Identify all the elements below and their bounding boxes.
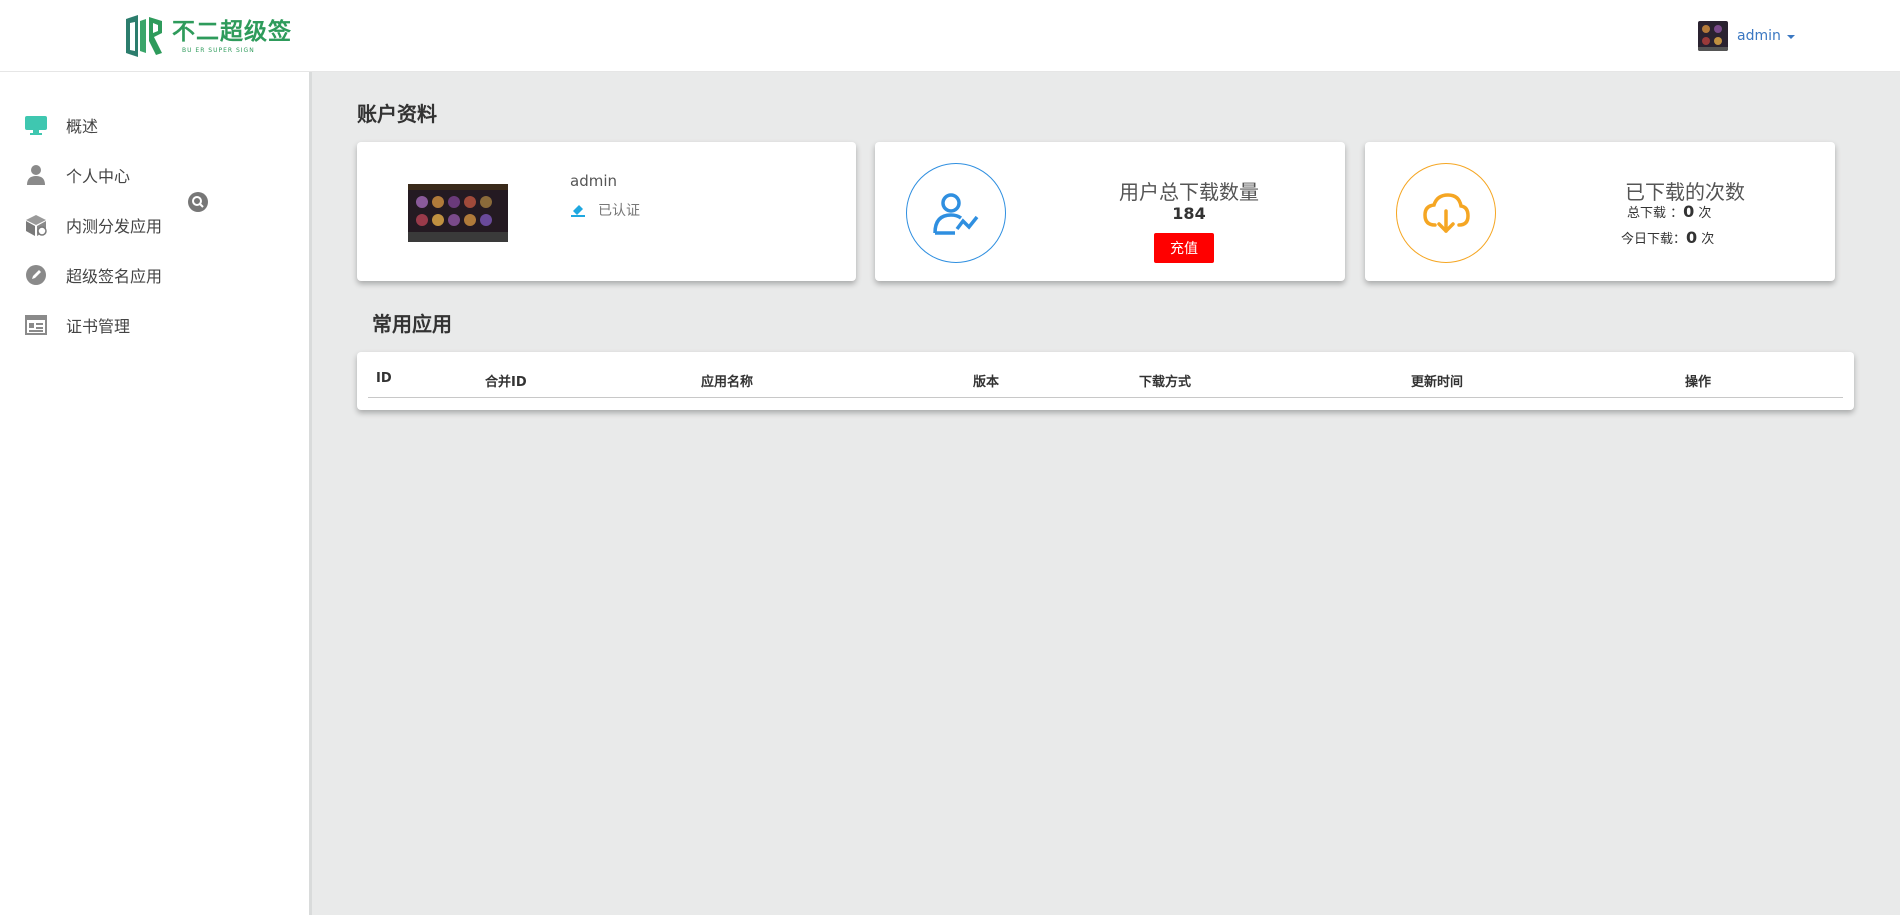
- downloaded-times-card: 已下载的次数 总下载 ：0 次 今日下载：0 次: [1365, 142, 1835, 281]
- common-apps-title: 常用应用: [372, 312, 452, 336]
- downloaded-times-title: 已下载的次数: [1625, 180, 1745, 204]
- search-icon[interactable]: [187, 191, 209, 213]
- person-icon: [23, 162, 49, 188]
- recharge-button[interactable]: 充值: [1154, 233, 1214, 263]
- column-header-merge-id: 合并ID: [485, 375, 527, 390]
- column-header-version: 版本: [973, 375, 1000, 390]
- sidebar-item-profile[interactable]: 个人中心: [0, 153, 309, 197]
- package-icon: [23, 212, 49, 238]
- verified-badge-icon: [571, 205, 585, 217]
- sidebar-item-label: 概述: [66, 117, 99, 136]
- total-downloads-title: 用户总下载数量: [1119, 180, 1259, 204]
- logo-text-group: 不二超级签 BU ER SUPER SIGN: [172, 19, 292, 54]
- profile-user-name: admin: [570, 172, 617, 190]
- user-name[interactable]: admin: [1737, 28, 1781, 44]
- column-header-download-method: 下载方式: [1139, 375, 1192, 390]
- logo-mark-icon: [126, 15, 162, 57]
- top-header: 不二超级签 BU ER SUPER SIGN admin: [0, 0, 1900, 72]
- total-downloads-card: 用户总下载数量 184 充值: [875, 142, 1345, 281]
- chevron-down-icon[interactable]: [1786, 35, 1795, 39]
- column-header-app-name: 应用名称: [701, 375, 754, 390]
- brand-logo[interactable]: 不二超级签 BU ER SUPER SIGN: [124, 13, 292, 59]
- column-header-update-time: 更新时间: [1411, 375, 1464, 390]
- sidebar-item-beta-apps[interactable]: 内测分发应用: [0, 203, 309, 247]
- total-download-value: 0: [1683, 202, 1695, 221]
- account-section-title: 账户资料: [357, 102, 437, 126]
- user-chart-icon: [906, 163, 1006, 263]
- sidebar-item-label: 证书管理: [66, 317, 131, 336]
- today-download-unit: 次: [1701, 232, 1715, 247]
- logo-subtitle: BU ER SUPER SIGN: [182, 46, 255, 54]
- sidebar-item-super-sign-apps[interactable]: 超级签名应用: [0, 253, 309, 297]
- verification-status: 已认证: [570, 200, 640, 220]
- user-menu-dropdown[interactable]: admin: [1698, 21, 1795, 51]
- today-download-line: 今日下载：0 次: [1621, 228, 1714, 247]
- sidebar-item-label: 超级签名应用: [66, 267, 163, 286]
- sidebar-item-overview[interactable]: 概述: [0, 103, 309, 147]
- account-profile-card: admin 已认证: [357, 142, 856, 281]
- table-header-divider: [368, 397, 1843, 398]
- common-apps-table: ID 合并ID 应用名称 版本 下载方式 更新时间 操作: [357, 352, 1854, 410]
- pencil-icon: [23, 262, 49, 288]
- avatar[interactable]: [1698, 21, 1728, 51]
- today-download-value: 0: [1686, 228, 1698, 247]
- profile-image: [408, 184, 508, 242]
- today-download-label: 今日下载：: [1621, 232, 1687, 247]
- column-header-id: ID: [376, 371, 392, 386]
- cloud-download-icon: [1396, 163, 1496, 263]
- certificate-icon: [23, 312, 49, 338]
- total-download-line: 总下载 ：0 次: [1627, 202, 1711, 221]
- sidebar-item-certificates[interactable]: 证书管理: [0, 303, 309, 347]
- sidebar-item-label: 个人中心: [66, 167, 131, 186]
- total-download-label: 总下载 ：: [1627, 206, 1684, 221]
- total-downloads-value: 184: [1172, 204, 1206, 223]
- sidebar-item-label: 内测分发应用: [66, 217, 163, 236]
- column-header-actions: 操作: [1685, 375, 1712, 390]
- total-download-unit: 次: [1698, 206, 1712, 221]
- verify-status-text: 已认证: [598, 203, 640, 219]
- sidebar: 概述 个人中心 内测分发应用 超级签名应用 证书管理: [0, 72, 312, 915]
- logo-title: 不二超级签: [172, 18, 292, 45]
- page-bottom-strip: [0, 915, 1900, 920]
- monitor-icon: [23, 112, 49, 138]
- main-content: 账户资料 admin 已认证 用户总下载数量 184 充值 已下载的次数 总下载…: [312, 72, 1900, 915]
